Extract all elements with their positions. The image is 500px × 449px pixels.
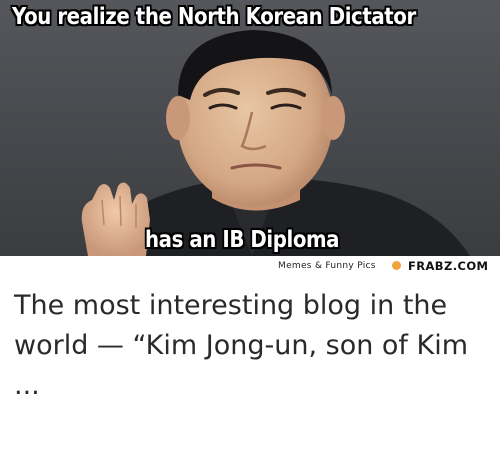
description-text: The most interesting blog in the world —…	[14, 290, 469, 401]
meme-image: You realize the North Korean Dictator ha…	[0, 0, 500, 278]
watermark-bar: Memes & Funny Pics FRABZ.COM	[0, 256, 500, 278]
top-caption: You realize the North Korean Dictator	[12, 4, 416, 30]
frabz-logo-icon	[392, 261, 401, 270]
meme-photo	[0, 0, 500, 256]
watermark-tagline: Memes & Funny Pics	[278, 261, 376, 271]
bottom-caption: has an IB Diploma	[145, 227, 340, 253]
watermark-site[interactable]: FRABZ.COM	[408, 259, 488, 273]
